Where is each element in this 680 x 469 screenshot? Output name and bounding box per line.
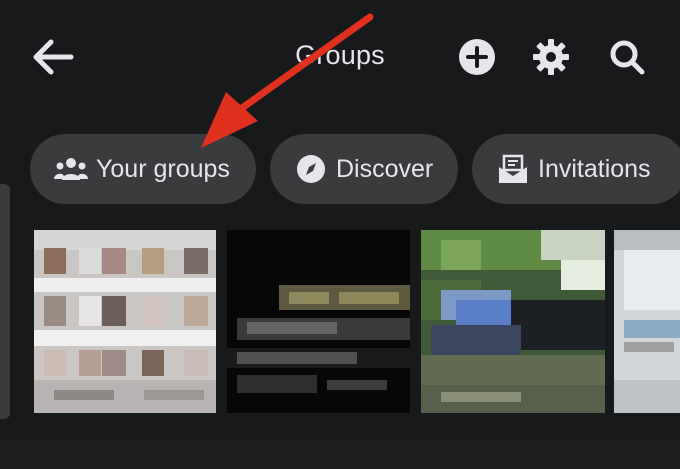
top-bar: Groups <box>0 0 680 110</box>
search-button[interactable] <box>602 32 652 82</box>
chip-label: Your groups <box>96 154 230 183</box>
group-thumbnail-1[interactable] <box>34 230 216 413</box>
arrow-left-icon <box>33 39 74 75</box>
blurred-image <box>421 230 605 413</box>
chip-invitations[interactable]: Invitations <box>472 134 680 204</box>
plus-circle-icon <box>459 39 495 75</box>
group-thumbnail-4[interactable] <box>614 230 680 413</box>
search-icon <box>610 40 645 75</box>
section-divider <box>0 440 680 469</box>
chip-your-groups[interactable]: Your groups <box>30 134 256 204</box>
blurred-image <box>227 230 410 413</box>
chip-label: Invitations <box>538 154 651 183</box>
group-thumbnail-3[interactable] <box>421 230 605 413</box>
gear-icon <box>533 39 569 75</box>
chip-discover[interactable]: Discover <box>270 134 458 204</box>
settings-button[interactable] <box>526 32 576 82</box>
back-button[interactable] <box>28 32 78 82</box>
envelope-icon <box>496 152 530 186</box>
group-thumbnail-2[interactable] <box>227 230 410 413</box>
blurred-image <box>34 230 216 413</box>
chip-label: Discover <box>336 154 434 183</box>
compass-icon <box>294 152 328 186</box>
group-thumbnails-row <box>0 230 680 413</box>
groups-filter-chips: Your groups Discover Invitations <box>0 134 680 204</box>
people-icon <box>54 152 88 186</box>
create-group-button[interactable] <box>452 32 502 82</box>
blurred-image <box>614 230 680 413</box>
page-title: Groups <box>295 40 385 70</box>
